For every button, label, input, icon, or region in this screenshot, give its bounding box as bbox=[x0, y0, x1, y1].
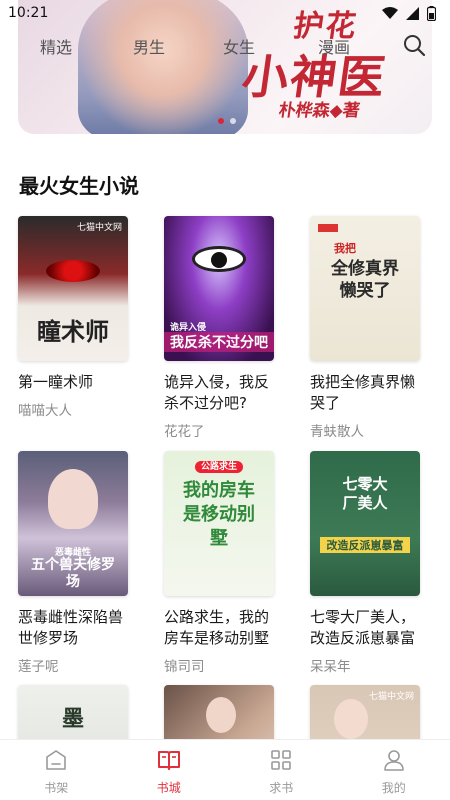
book-card[interactable]: 七零大厂美人 改造反派崽暴富 七零大厂美人，改造反派崽暴富 呆呆年 bbox=[310, 451, 420, 675]
book-cover: 七猫中文网 瞳术师 bbox=[18, 216, 128, 361]
signal-icon bbox=[406, 6, 419, 20]
cover-pupil-art bbox=[211, 252, 227, 268]
bookshelf-icon bbox=[46, 750, 67, 770]
status-icons bbox=[382, 5, 436, 21]
carousel-dot-active bbox=[218, 118, 224, 124]
book-title: 公路求生，我的房车是移动别墅 bbox=[164, 608, 270, 647]
status-time: 10:21 bbox=[8, 5, 49, 21]
carousel-dot bbox=[230, 118, 236, 124]
book-cover: 公路求生 我的房车是移动别墅 bbox=[164, 451, 274, 596]
cover-eye-art bbox=[46, 260, 100, 282]
grid-icon bbox=[271, 750, 292, 770]
status-bar: 10:21 bbox=[0, 0, 450, 26]
book-cover-title: 我的房车是移动别墅 bbox=[183, 480, 255, 549]
bookstore-icon bbox=[157, 751, 180, 770]
book-author: 青蚨散人 bbox=[310, 424, 364, 440]
profile-icon bbox=[383, 750, 404, 771]
carousel-indicators bbox=[218, 118, 236, 124]
battery-icon bbox=[427, 5, 436, 21]
tab-female[interactable]: 女生 bbox=[223, 34, 255, 58]
book-author: 锦司司 bbox=[164, 659, 205, 675]
book-title: 恶毒雌性深陷兽世修罗场 bbox=[18, 608, 124, 647]
book-title: 第一瞳术师 bbox=[18, 373, 94, 391]
nav-label: 我的 bbox=[381, 781, 406, 795]
nav-profile[interactable]: 我的 bbox=[338, 740, 450, 800]
book-cover: 七零大厂美人 改造反派崽暴富 bbox=[310, 451, 420, 596]
book-cover-title: 瞳术师 bbox=[37, 317, 109, 346]
nav-request-book[interactable]: 求书 bbox=[225, 740, 338, 800]
book-cover-publisher: 七猫中文网 bbox=[76, 223, 122, 233]
book-cover-title: 墨 bbox=[61, 706, 84, 732]
bottom-navigation: 书架 书城 求书 我的 bbox=[0, 739, 450, 800]
banner-author: 朴桦森◆著 bbox=[277, 101, 362, 121]
book-cover-title: 五个兽夫修罗场 bbox=[31, 557, 115, 590]
nav-bookshelf[interactable]: 书架 bbox=[0, 740, 113, 800]
wifi-icon bbox=[382, 7, 398, 19]
book-author: 莲子呢 bbox=[18, 659, 59, 675]
search-icon[interactable] bbox=[402, 33, 426, 57]
category-tabs: 精选 男生 女生 漫画 bbox=[0, 32, 450, 60]
tab-comics[interactable]: 漫画 bbox=[318, 34, 350, 58]
book-cover: 诡异入侵 我反杀不过分吧 bbox=[164, 216, 274, 361]
tab-featured[interactable]: 精选 bbox=[40, 34, 72, 58]
book-card[interactable]: 诡异入侵 我反杀不过分吧 诡异入侵，我反杀不过分吧? 花花了 bbox=[164, 216, 274, 440]
cover-publisher-mark bbox=[318, 224, 338, 232]
book-cover-title: 全修真界懒哭了 bbox=[331, 259, 399, 301]
book-card[interactable]: 公路求生 我的房车是移动别墅 公路求生，我的房车是移动别墅 锦司司 bbox=[164, 451, 274, 675]
nav-bookstore[interactable]: 书城 bbox=[113, 740, 226, 800]
book-cover-badge: 我把 bbox=[334, 242, 356, 255]
book-cover-publisher: 七猫中文网 bbox=[368, 692, 414, 702]
book-card[interactable]: 我把 全修真界懒哭了 我把全修真界懒哭了 青蚨散人 bbox=[310, 216, 420, 440]
book-author: 花花了 bbox=[164, 424, 205, 440]
book-cover: 恶毒雌性 五个兽夫修罗场 bbox=[18, 451, 128, 596]
book-cover: 我把 全修真界懒哭了 bbox=[310, 216, 420, 361]
book-cover-badge: 改造反派崽暴富 bbox=[320, 537, 410, 553]
nav-label: 书城 bbox=[156, 781, 181, 795]
cover-character-art bbox=[206, 697, 236, 733]
book-card[interactable]: 恶毒雌性 五个兽夫修罗场 恶毒雌性深陷兽世修罗场 莲子呢 bbox=[18, 451, 128, 675]
book-title: 诡异入侵，我反杀不过分吧? bbox=[164, 373, 270, 412]
book-card[interactable]: 七猫中文网 瞳术师 第一瞳术师 喵喵大人 bbox=[18, 216, 128, 419]
book-title: 我把全修真界懒哭了 bbox=[310, 373, 416, 412]
book-cover-title: 七零大厂美人 bbox=[342, 475, 388, 512]
book-cover-badge: 公路求生 bbox=[194, 461, 243, 473]
book-cover-title: 我反杀不过分吧 bbox=[164, 332, 274, 352]
nav-label: 求书 bbox=[269, 781, 294, 795]
book-title: 七零大厂美人，改造反派崽暴富 bbox=[310, 608, 416, 647]
section-title: 最火女生小说 bbox=[19, 174, 139, 198]
nav-label: 书架 bbox=[44, 781, 69, 795]
book-author: 喵喵大人 bbox=[18, 403, 72, 419]
tab-male[interactable]: 男生 bbox=[133, 34, 165, 58]
book-author: 呆呆年 bbox=[310, 659, 351, 675]
cover-character-art bbox=[334, 699, 368, 739]
cover-character-art bbox=[48, 469, 98, 529]
